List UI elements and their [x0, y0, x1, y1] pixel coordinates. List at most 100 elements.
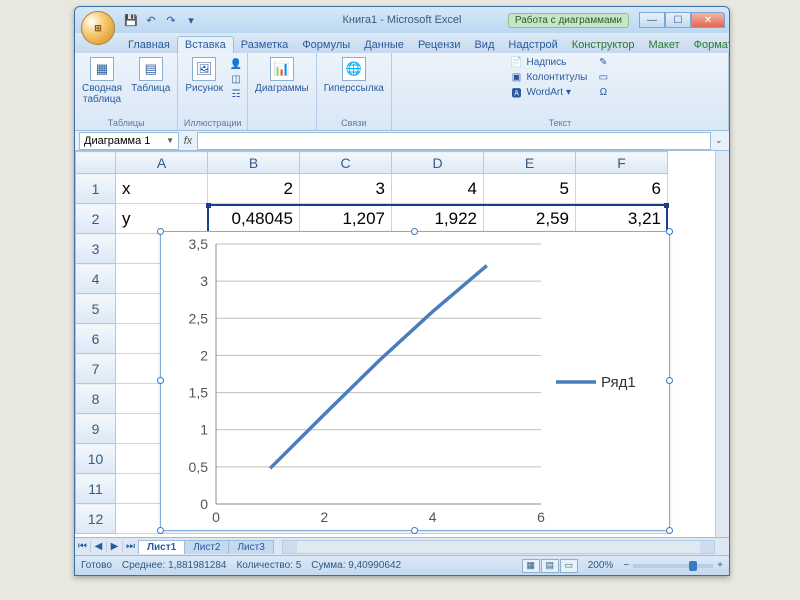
tab-view[interactable]: Вид	[467, 37, 501, 53]
status-bar: Готово Среднее: 1,881981284 Количество: …	[75, 555, 729, 575]
cell-A1[interactable]: x	[116, 174, 208, 204]
horizontal-scrollbar[interactable]	[282, 540, 715, 554]
tab-data[interactable]: Данные	[357, 37, 411, 53]
cell-C2[interactable]: 1,207	[300, 204, 392, 234]
col-header-B[interactable]: B	[208, 152, 300, 174]
sheet-nav-last-icon[interactable]: ⏭	[123, 541, 139, 552]
clipart-button[interactable]: 👤	[229, 57, 243, 71]
row-header-5[interactable]: 5	[76, 294, 116, 324]
tab-review[interactable]: Рецензи	[411, 37, 468, 53]
cell-B2[interactable]: 0,48045	[208, 204, 300, 234]
undo-icon[interactable]: ↶	[143, 12, 159, 28]
symbol-button[interactable]: Ω	[596, 85, 610, 99]
col-header-D[interactable]: D	[392, 152, 484, 174]
chart-handle[interactable]	[666, 377, 673, 384]
minimize-button[interactable]: —	[639, 12, 665, 28]
sheet-nav-next-icon[interactable]: ▶	[107, 541, 123, 552]
namebox-dropdown-icon[interactable]: ▼	[166, 136, 174, 145]
pivot-table-button[interactable]: ▦ Сводная таблица	[79, 55, 125, 107]
row-header-10[interactable]: 10	[76, 444, 116, 474]
zoom-out-icon[interactable]: −	[623, 560, 629, 571]
row-header-8[interactable]: 8	[76, 384, 116, 414]
save-icon[interactable]: 💾	[123, 12, 139, 28]
sheet-nav-prev-icon[interactable]: ◀	[91, 541, 107, 552]
sheet-nav-first-icon[interactable]: ⏮	[75, 541, 91, 552]
col-header-C[interactable]: C	[300, 152, 392, 174]
chart-plot: 00,511,522,533,50246Ряд1	[161, 232, 671, 532]
row-header-4[interactable]: 4	[76, 264, 116, 294]
sheet-tab-1[interactable]: Лист1	[138, 540, 185, 554]
fx-icon[interactable]: fx	[179, 135, 197, 147]
zoom-slider[interactable]	[633, 564, 713, 568]
office-button[interactable]: ⊞	[81, 11, 115, 45]
cell-B1[interactable]: 2	[208, 174, 300, 204]
tab-formulas[interactable]: Формулы	[295, 37, 357, 53]
row-header-6[interactable]: 6	[76, 324, 116, 354]
maximize-button[interactable]: ☐	[665, 12, 691, 28]
col-header-F[interactable]: F	[576, 152, 668, 174]
signature-button[interactable]: ✎	[596, 55, 610, 69]
row-header-12[interactable]: 12	[76, 504, 116, 534]
cell-E1[interactable]: 5	[484, 174, 576, 204]
name-box[interactable]: Диаграмма 1▼	[79, 132, 179, 150]
view-normal-icon[interactable]: ▦	[522, 559, 540, 573]
tab-insert[interactable]: Вставка	[177, 36, 234, 53]
charts-button[interactable]: 📊 Диаграммы	[252, 55, 312, 96]
qat-dropdown-icon[interactable]: ▾	[183, 12, 199, 28]
tab-page-layout[interactable]: Разметка	[234, 37, 296, 53]
row-header-2[interactable]: 2	[76, 204, 116, 234]
row-header-1[interactable]: 1	[76, 174, 116, 204]
sheet-tab-3[interactable]: Лист3	[228, 540, 273, 554]
select-all-corner[interactable]	[76, 152, 116, 174]
charts-icon: 📊	[270, 57, 294, 81]
chart-handle[interactable]	[157, 228, 164, 235]
shapes-button[interactable]: ◫	[229, 72, 243, 86]
header-footer-button[interactable]: ▣Колонтитулы	[509, 70, 587, 84]
vertical-scrollbar[interactable]	[715, 151, 729, 537]
object-button[interactable]: ▭	[596, 70, 610, 84]
zoom-level[interactable]: 200%	[588, 560, 614, 571]
formula-expand-icon[interactable]: ⌄	[715, 135, 729, 146]
tab-chart-design[interactable]: Конструктор	[565, 37, 642, 53]
chart-handle[interactable]	[157, 527, 164, 534]
clipart-icon: 👤	[229, 57, 243, 71]
cell-E2[interactable]: 2,59	[484, 204, 576, 234]
col-header-A[interactable]: A	[116, 152, 208, 174]
close-button[interactable]: ✕	[691, 12, 725, 28]
hyperlink-button[interactable]: 🌐 Гиперссылка	[321, 55, 387, 96]
table-button[interactable]: ▤ Таблица	[128, 55, 173, 96]
chart-handle[interactable]	[411, 527, 418, 534]
row-header-11[interactable]: 11	[76, 474, 116, 504]
chart-handle[interactable]	[666, 228, 673, 235]
cell-F1[interactable]: 6	[576, 174, 668, 204]
sheet-tab-2[interactable]: Лист2	[184, 540, 229, 554]
embedded-chart[interactable]: 00,511,522,533,50246Ряд1	[160, 231, 670, 531]
tab-home[interactable]: Главная	[121, 37, 177, 53]
textbox-button[interactable]: 📄Надпись	[509, 55, 587, 69]
cell-F2[interactable]: 3,21	[576, 204, 668, 234]
cell-D2[interactable]: 1,922	[392, 204, 484, 234]
tab-addins[interactable]: Надстрой	[501, 37, 564, 53]
view-pagebreak-icon[interactable]: ▭	[560, 559, 578, 573]
formula-input[interactable]	[197, 132, 711, 150]
zoom-in-icon[interactable]: +	[717, 560, 723, 571]
tab-chart-format[interactable]: Формат	[687, 37, 730, 53]
tab-chart-layout[interactable]: Макет	[642, 37, 687, 53]
redo-icon[interactable]: ↷	[163, 12, 179, 28]
smartart-button[interactable]: ☶	[229, 87, 243, 101]
col-header-E[interactable]: E	[484, 152, 576, 174]
signature-icon: ✎	[596, 55, 610, 69]
cell-C1[interactable]: 3	[300, 174, 392, 204]
worksheet-grid[interactable]: A B C D E F 1 x 2 3 4 5 6 2 y 0,48045 1,…	[75, 151, 729, 537]
chart-handle[interactable]	[411, 228, 418, 235]
row-header-9[interactable]: 9	[76, 414, 116, 444]
view-pagelayout-icon[interactable]: ▤	[541, 559, 559, 573]
status-ready: Готово	[81, 560, 112, 571]
row-header-7[interactable]: 7	[76, 354, 116, 384]
wordart-button[interactable]: 🅰WordArt▾	[509, 85, 587, 99]
picture-button[interactable]: 🖼 Рисунок	[182, 55, 226, 96]
row-header-3[interactable]: 3	[76, 234, 116, 264]
cell-D1[interactable]: 4	[392, 174, 484, 204]
chart-handle[interactable]	[157, 377, 164, 384]
chart-handle[interactable]	[666, 527, 673, 534]
